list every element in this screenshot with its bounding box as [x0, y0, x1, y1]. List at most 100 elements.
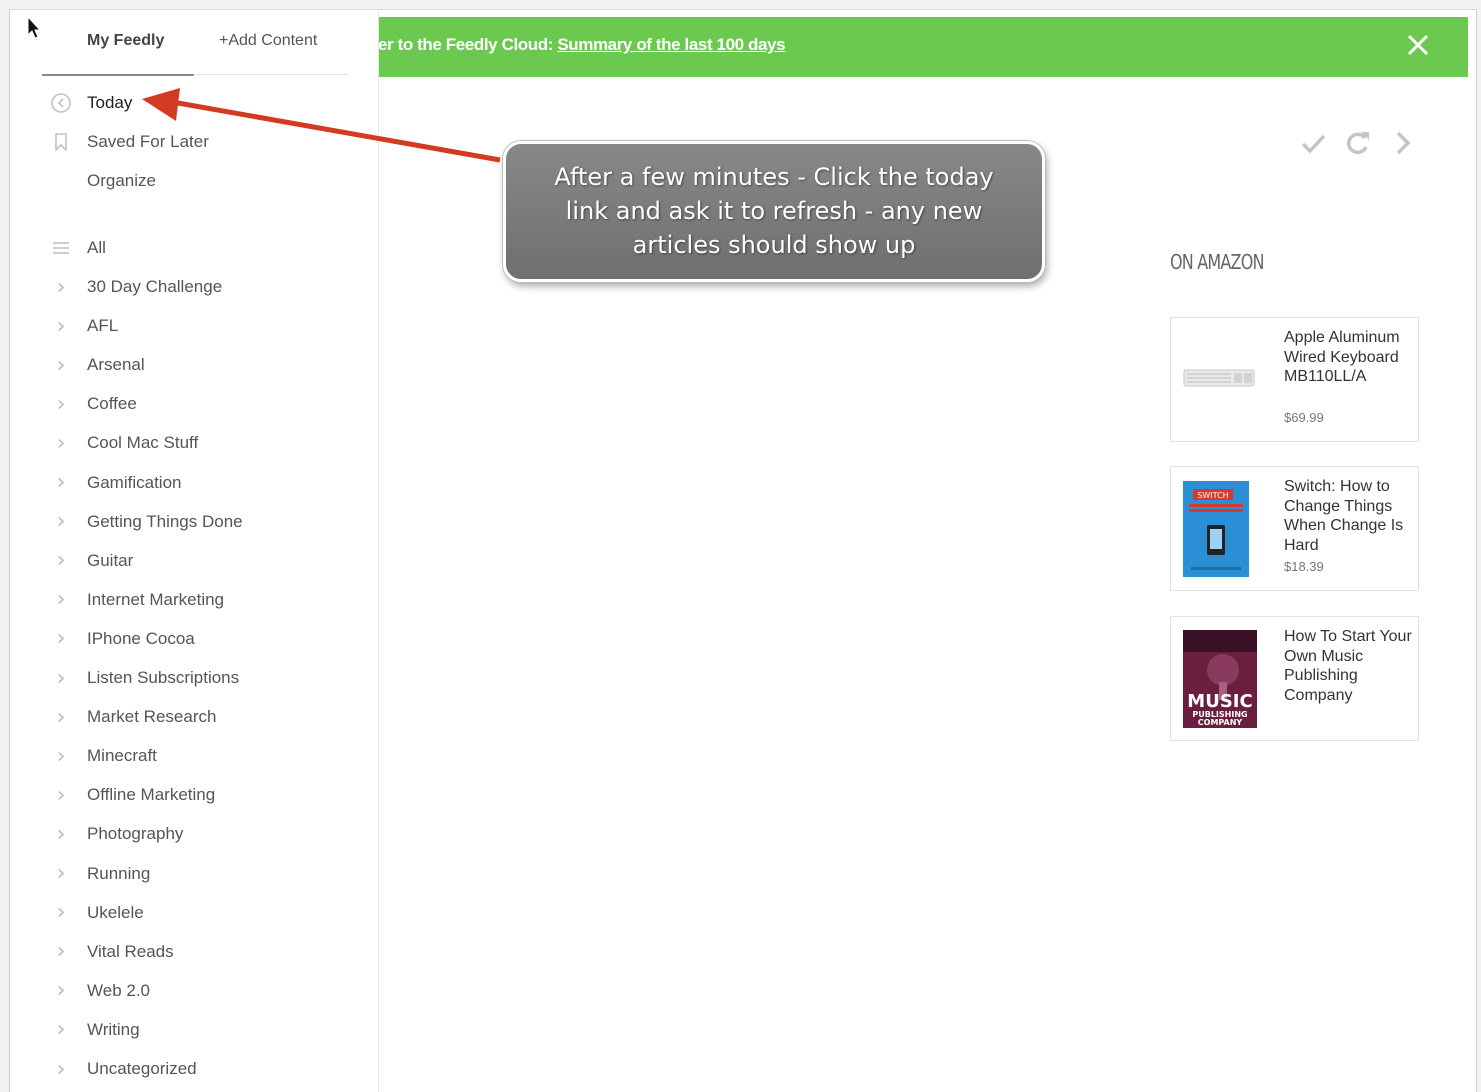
keyboard-image: [1183, 369, 1255, 387]
book-cover-subtitle: COMPANY: [1198, 718, 1243, 727]
sidebar-item-label: Saved For Later: [87, 132, 209, 151]
refresh-icon[interactable]: [1343, 128, 1373, 158]
sidebar-item-label: Today: [87, 93, 133, 112]
banner-text: er to the Feedly Cloud: Summary of the l…: [378, 35, 786, 55]
sidebar-item-label: Listen Subscriptions: [87, 668, 240, 687]
chevron-right-icon[interactable]: ›: [50, 861, 72, 886]
product-card[interactable]: SWITCH Switch: How to Change Things When…: [1170, 466, 1419, 591]
close-icon[interactable]: [1404, 31, 1432, 59]
chevron-right-icon[interactable]: ›: [50, 900, 72, 925]
sidebar-item-category[interactable]: › IPhone Cocoa: [10, 624, 378, 656]
sidebar-item-label: 30 Day Challenge: [87, 277, 223, 296]
chevron-right-icon[interactable]: ›: [50, 705, 72, 730]
sidebar-item-category[interactable]: › Coffee: [10, 389, 378, 421]
book-cover-title: MUSIC: [1187, 691, 1252, 712]
bookmark-icon: [50, 131, 72, 153]
sidebar-item-label: Vital Reads: [87, 941, 174, 961]
sidebar-item-label: All: [87, 238, 106, 257]
sidebar-item-label: Photography: [87, 824, 184, 844]
active-tab-indicator: [42, 74, 194, 76]
sidebar-item-category[interactable]: › Cool Mac Stuff: [10, 428, 378, 460]
sidebar-item-label: Market Research: [87, 707, 217, 727]
sidebar-item-category[interactable]: › Market Research: [10, 702, 378, 734]
sidebar-item-category[interactable]: › Running: [10, 859, 378, 891]
chevron-right-icon[interactable]: ›: [50, 822, 72, 847]
sidebar-item-category[interactable]: › Internet Marketing: [10, 585, 378, 617]
product-card[interactable]: MUSIC PUBLISHING COMPANY How To Start Yo…: [1170, 616, 1419, 741]
chevron-right-icon[interactable]: ›: [50, 978, 72, 1003]
amazon-heading: ON AMAZON: [1170, 250, 1264, 274]
chevron-right-icon[interactable]: ›: [50, 431, 72, 456]
sidebar-item-label: Uncategorized: [87, 1059, 197, 1078]
switch-book-cover: SWITCH: [1183, 481, 1249, 577]
tab-my-feedly[interactable]: My Feedly: [87, 32, 164, 50]
sidebar-item-category[interactable]: › AFL: [10, 311, 378, 343]
chevron-right-icon[interactable]: ›: [50, 470, 72, 495]
chevron-right-icon[interactable]: ›: [50, 509, 72, 534]
product-title: Switch: How to Change Things When Change…: [1284, 478, 1404, 554]
sidebar-item-label: Gamification: [87, 472, 182, 492]
sidebar-item-category[interactable]: › Getting Things Done: [10, 507, 378, 539]
chevron-right-icon[interactable]: ›: [50, 939, 72, 964]
product-price: $69.99: [1284, 410, 1324, 425]
sidebar-item-label: Cool Mac Stuff: [87, 433, 199, 453]
banner-link[interactable]: Summary of the last 100 days: [557, 35, 785, 54]
chevron-right-icon[interactable]: ›: [50, 1017, 72, 1042]
sidebar-item-category[interactable]: › Gamification: [10, 468, 378, 500]
chevron-right-icon[interactable]: ›: [50, 1057, 72, 1082]
sidebar-item-label: Internet Marketing: [87, 589, 225, 609]
sidebar-item-category[interactable]: › Web 2.0: [10, 976, 378, 1008]
chevron-right-icon[interactable]: ›: [50, 666, 72, 691]
sidebar-item-saved-for-later[interactable]: Saved For Later: [10, 127, 378, 159]
chevron-right-icon[interactable]: ›: [50, 275, 72, 300]
product-price: $18.39: [1284, 559, 1324, 574]
banner-message: er to the Feedly Cloud:: [378, 35, 558, 54]
mouse-cursor-icon: [27, 16, 42, 39]
sidebar-item-label: Ukelele: [87, 902, 144, 922]
sidebar-item-label: Offline Marketing: [87, 785, 216, 805]
chevron-right-icon[interactable]: ›: [50, 626, 72, 651]
sidebar-item-category[interactable]: › Vital Reads: [10, 937, 378, 969]
sidebar-item-label: Guitar: [87, 550, 134, 570]
sidebar-item-category[interactable]: › Arsenal: [10, 350, 378, 382]
annotation-callout: After a few minutes - Click the today li…: [503, 141, 1045, 282]
sidebar-tabs: My Feedly +Add Content: [10, 10, 378, 80]
sidebar-item-category[interactable]: › Writing: [10, 1015, 378, 1047]
sidebar-item-category[interactable]: › Photography: [10, 819, 378, 851]
sidebar-item-category[interactable]: › Minecraft: [10, 741, 378, 773]
chevron-right-icon[interactable]: ›: [50, 548, 72, 573]
callout-line: link and ask it to refresh - any new: [565, 197, 983, 225]
callout-line: articles should show up: [632, 231, 916, 259]
product-title: Apple Aluminum Wired Keyboard MB110LL/A: [1284, 329, 1400, 385]
sidebar-item-organize[interactable]: Organize: [10, 166, 378, 198]
callout-line: After a few minutes - Click the today: [554, 163, 994, 191]
product-card[interactable]: Apple Aluminum Wired Keyboard MB110LL/A …: [1170, 317, 1419, 442]
product-title: How To Start Your Own Music Publishing C…: [1284, 628, 1412, 704]
chevron-right-icon[interactable]: [1388, 128, 1418, 158]
sidebar-item-category[interactable]: › Offline Marketing: [10, 780, 378, 812]
sidebar-item-category[interactable]: › 30 Day Challenge: [10, 272, 378, 304]
chevron-right-icon[interactable]: ›: [50, 353, 72, 378]
sidebar-item-label: AFL: [87, 316, 119, 336]
tab-add-content[interactable]: +Add Content: [219, 32, 317, 50]
list-icon: [50, 237, 72, 259]
sidebar-item-category[interactable]: › Uncategorized: [10, 1054, 378, 1086]
sidebar-item-label: Running: [87, 863, 151, 883]
chevron-right-icon[interactable]: ›: [50, 314, 72, 339]
chevron-right-icon[interactable]: ›: [50, 587, 72, 612]
chevron-right-icon[interactable]: ›: [50, 744, 72, 769]
chevron-right-icon[interactable]: ›: [50, 783, 72, 808]
sidebar-item-label: Web 2.0: [87, 980, 151, 1000]
announcement-banner: er to the Feedly Cloud: Summary of the l…: [378, 17, 1468, 77]
sidebar-item-category[interactable]: › Ukelele: [10, 898, 378, 930]
sidebar-item-label: Writing: [87, 1019, 140, 1039]
chevron-right-icon[interactable]: ›: [50, 392, 72, 417]
sidebar-item-category[interactable]: › Guitar: [10, 546, 378, 578]
checkmark-icon[interactable]: [1298, 128, 1328, 158]
book-cover-title: SWITCH: [1197, 491, 1228, 500]
sidebar-item-label: Coffee: [87, 394, 137, 414]
sidebar-item-today[interactable]: Today: [10, 88, 378, 120]
sidebar-item-all[interactable]: All: [10, 233, 378, 265]
sidebar-item-label: Getting Things Done: [87, 511, 243, 531]
sidebar-item-category[interactable]: › Listen Subscriptions: [10, 663, 378, 695]
